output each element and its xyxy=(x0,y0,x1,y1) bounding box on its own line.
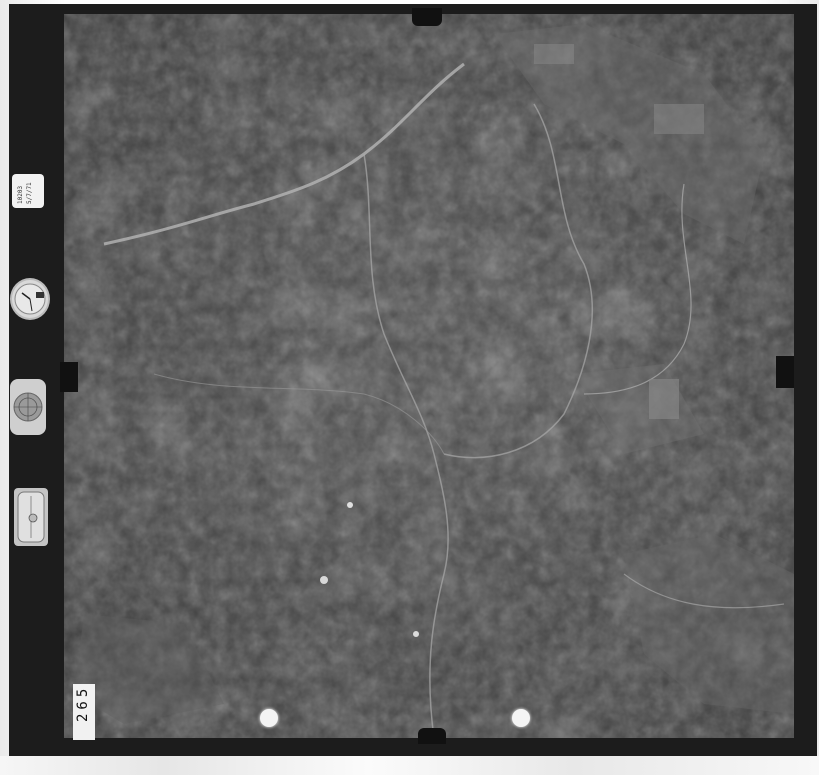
frame-number: 265 xyxy=(75,684,91,722)
scanner-edge xyxy=(0,756,819,775)
frame-number-label: 265 xyxy=(73,684,95,740)
clearing xyxy=(413,631,419,637)
fiducial-mark-right xyxy=(776,356,794,388)
data-card-line2: 5/7/71 xyxy=(26,182,33,204)
field xyxy=(649,379,679,419)
field xyxy=(654,104,704,134)
clearing xyxy=(320,576,328,584)
data-card-line1: 10203 xyxy=(17,185,24,204)
fiducial-dot xyxy=(260,709,278,727)
data-card: 10203 5/7/71 xyxy=(12,174,44,208)
fiducial-mark-bottom xyxy=(418,728,446,744)
clearing xyxy=(347,502,353,508)
field xyxy=(534,44,574,64)
clock-icon xyxy=(10,278,50,320)
fiducial-mark-top xyxy=(412,8,442,26)
terrain-image xyxy=(64,14,794,738)
aerial-photograph xyxy=(64,14,794,738)
fiducial-dot xyxy=(512,709,530,727)
altimeter-icon xyxy=(10,379,46,435)
bubble-level-icon xyxy=(14,488,48,546)
